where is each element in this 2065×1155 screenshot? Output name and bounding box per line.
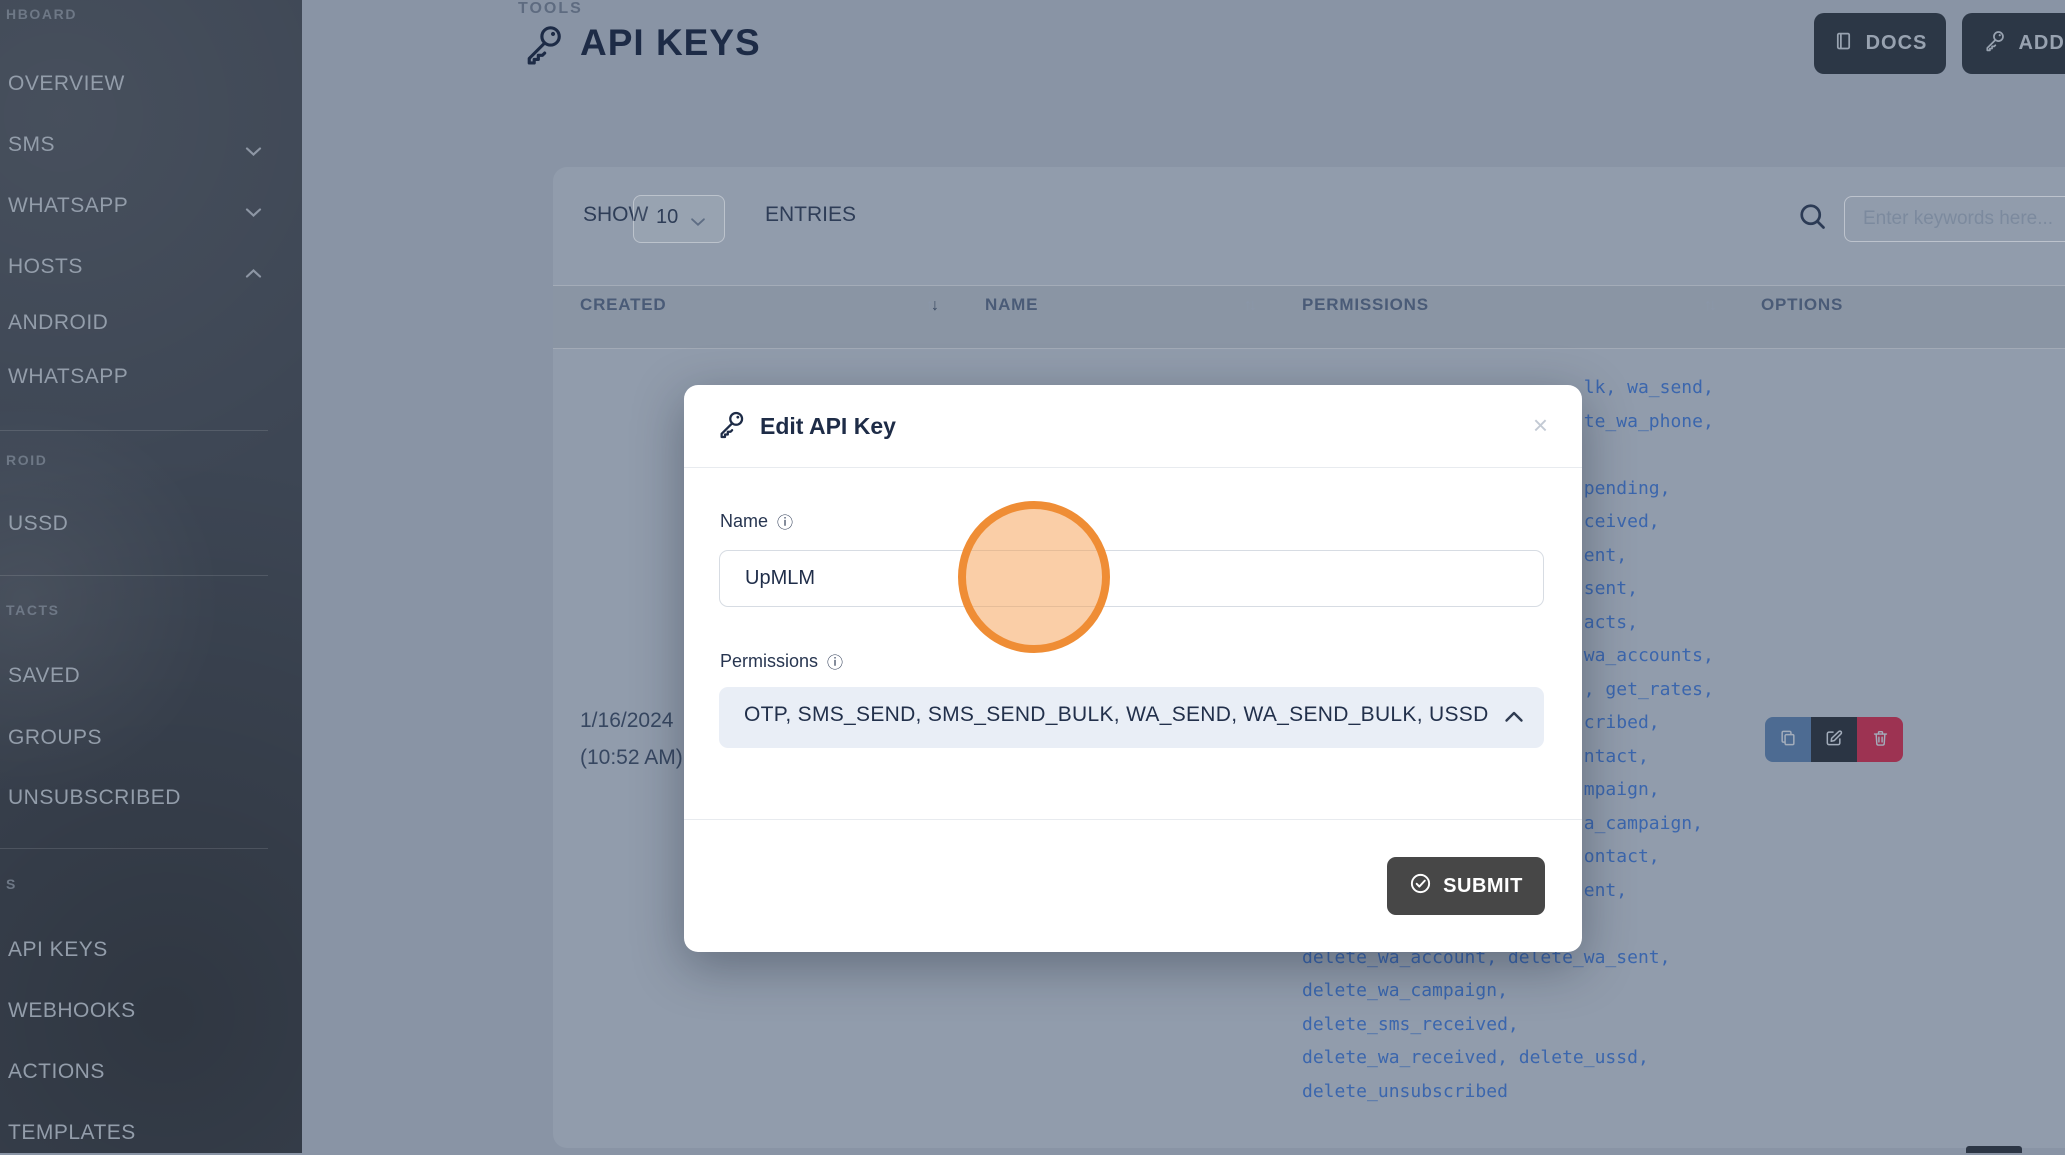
sidebar-divider [0,575,268,576]
sort-icon: ↑↓ [1704,297,1714,315]
sort-icon: ↑↓ [1244,297,1254,315]
sidebar-item-android[interactable]: ANDROID [8,301,292,345]
search-icon [1795,199,1831,240]
copy-button[interactable] [1765,717,1811,762]
column-header-options: OPTIONS [1761,295,1843,315]
sidebar-item-label: SAVED [8,664,80,688]
row-options [1765,717,1903,762]
page-size-select[interactable]: 10 [633,195,725,243]
check-circle-icon [1409,872,1432,901]
name-label: Name [720,511,768,532]
permission-line: delete_wa_campaign, [1302,974,1714,1008]
sidebar-section-label: ROID [6,452,47,468]
chevron-down-icon [245,200,262,224]
permission-line: delete_sms_received, [1302,1008,1714,1042]
sidebar-item-groups[interactable]: GROUPS [8,716,292,760]
info-icon[interactable]: ⓘ [827,649,843,673]
sidebar-item-label: USSD [8,512,68,536]
page-title: API KEYS [580,22,761,64]
sidebar-item-label: TEMPLATES [8,1121,136,1145]
created-time: (10:52 AM) [580,739,683,776]
sidebar-item-ussd[interactable]: USSD [8,502,292,546]
add-key-button[interactable]: ADD KEY [1962,13,2065,74]
sort-icon: ↑↓ [926,297,936,315]
sidebar-item-overview[interactable]: OVERVIEW [8,62,292,106]
column-header-name[interactable]: NAME [985,295,1038,315]
sidebar-section-label: S [6,876,17,892]
sidebar-item-label: ACTIONS [8,1060,105,1084]
sidebar-item-webhooks[interactable]: WEBHOOKS [8,989,292,1033]
sidebar-item-label: SMS [8,133,55,157]
sidebar-item-actions[interactable]: ACTIONS [8,1050,292,1094]
chevron-up-icon [1504,710,1524,728]
column-header-permissions[interactable]: PERMISSIONS [1302,295,1429,315]
submit-button[interactable]: SUBMIT [1387,857,1545,915]
sidebar-item-whatsapp[interactable]: WHATSAPP [8,355,292,399]
sidebar-item-label: OVERVIEW [8,72,125,96]
permissions-label: Permissions [720,651,818,672]
page-size-value: 10 [656,206,678,229]
sidebar-item-whatsapp[interactable]: WHATSAPP [8,184,292,228]
edit-api-key-modal: Edit API Key × Name ⓘ Permissions ⓘ OTP,… [684,385,1582,952]
permission-line: delete_unsubscribed [1302,1075,1714,1109]
sidebar-item-label: GROUPS [8,726,102,750]
sidebar-item-label: UNSUBSCRIBED [8,786,181,810]
sidebar-section-label: TACTS [6,602,60,618]
key-icon [716,409,746,444]
modal-title: Edit API Key [760,413,896,440]
sidebar-item-label: WHATSAPP [8,365,128,389]
permissions-select-value: OTP, SMS_SEND, SMS_SEND_BULK, WA_SEND, W… [744,703,1492,727]
info-icon[interactable]: ⓘ [777,509,793,533]
permission-line: delete_wa_received, delete_ussd, [1302,1041,1714,1075]
book-icon [1833,29,1854,59]
sidebar-item-label: HOSTS [8,255,83,279]
docs-button-label: DOCS [1866,32,1928,55]
click-highlight [958,501,1110,653]
sidebar-item-label: ANDROID [8,311,108,335]
breadcrumb: TOOLS [518,0,583,18]
sidebar-item-label: WEBHOOKS [8,999,136,1023]
add-key-button-label: ADD KEY [2018,32,2065,55]
submit-button-label: SUBMIT [1443,875,1523,898]
modal-footer-divider [684,819,1582,820]
sidebar-item-api-keys[interactable]: API KEYS [8,928,292,972]
sidebar-item-unsubscribed[interactable]: UNSUBSCRIBED [8,776,292,820]
entries-label: ENTRIES [765,203,856,227]
created-date: 1/16/2024 [580,702,683,739]
chevron-down-icon [690,214,706,232]
key-icon [521,22,565,71]
docs-button[interactable]: DOCS [1814,13,1946,74]
sidebar-section-label: HBOARD [6,6,77,22]
column-header-created[interactable]: CREATED [580,295,667,315]
sidebar-item-label: API KEYS [8,938,108,962]
edit-button[interactable] [1811,717,1857,762]
bottom-bar-peek [1966,1146,2022,1153]
created-cell: 1/16/2024 (10:52 AM) [580,702,683,776]
copy-icon [1778,728,1798,751]
sidebar-divider [0,430,268,431]
search-input[interactable] [1844,196,2065,242]
permissions-select[interactable]: OTP, SMS_SEND, SMS_SEND_BULK, WA_SEND, W… [719,687,1544,748]
delete-icon [1871,728,1890,751]
modal-header: Edit API Key × [684,385,1582,468]
sidebar-item-saved[interactable]: SAVED [8,654,292,698]
key-icon [1983,29,2006,58]
sidebar-item-label: WHATSAPP [8,194,128,218]
chevron-down-icon [245,139,262,163]
sidebar-divider [0,848,268,849]
chevron-up-icon [245,261,262,285]
sidebar-item-sms[interactable]: SMS [8,123,292,167]
edit-icon [1824,728,1844,751]
close-icon[interactable]: × [1527,411,1554,439]
sidebar-item-hosts[interactable]: HOSTS [8,245,292,289]
delete-button[interactable] [1857,717,1903,762]
name-input[interactable] [719,550,1544,607]
sidebar: HBOARD OVERVIEW SMS WHATSAPP HOSTS ANDROID WHA… [0,0,302,1153]
sidebar-item-templates[interactable]: TEMPLATES [8,1111,292,1155]
